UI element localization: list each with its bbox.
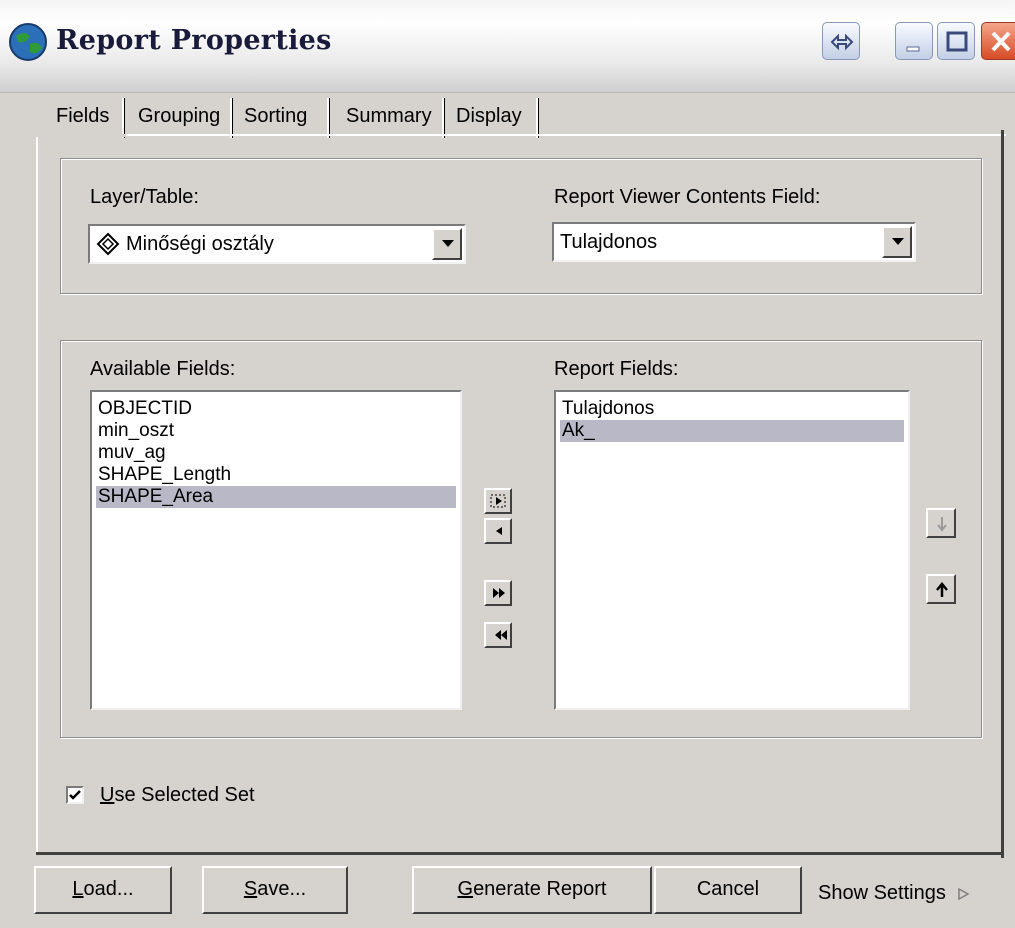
accelerator-key: U xyxy=(100,784,115,806)
resize-arrows-icon xyxy=(830,33,854,51)
globe-icon xyxy=(9,23,47,61)
close-button[interactable] xyxy=(981,22,1015,60)
tab-panel-border xyxy=(36,852,1004,855)
load-button[interactable]: Load... xyxy=(34,866,172,914)
add-field-icon xyxy=(490,494,506,508)
show-settings-link[interactable]: Show Settings xyxy=(818,882,971,905)
contents-field-value: Tulajdonos xyxy=(560,231,658,253)
tab-grouping[interactable]: Grouping xyxy=(138,96,220,136)
use-selected-set-checkbox[interactable] xyxy=(66,786,84,804)
chevron-right-icon xyxy=(958,887,970,900)
layer-table-label: Layer/Table: xyxy=(90,186,199,208)
list-item[interactable]: OBJECTID xyxy=(96,398,456,420)
tab-separator xyxy=(442,98,445,138)
tab-panel-border xyxy=(36,134,1006,136)
layer-table-value: Minőségi osztály xyxy=(126,233,274,255)
minimize-icon xyxy=(906,46,920,52)
accelerator-key: S xyxy=(243,878,258,900)
tab-panel-border xyxy=(1001,130,1004,858)
tab-fields[interactable]: Fields xyxy=(56,96,109,136)
dropdown-arrow-button[interactable] xyxy=(432,228,462,260)
window-title: Report Properties xyxy=(56,25,332,56)
tab-separator xyxy=(327,98,330,138)
add-all-fields-icon xyxy=(493,588,505,598)
report-fields-label: Report Fields: xyxy=(554,358,679,380)
chevron-down-icon xyxy=(892,238,904,245)
minimize-button[interactable] xyxy=(895,22,933,60)
contents-field-dropdown[interactable]: Tulajdonos xyxy=(552,222,916,262)
remove-field-icon xyxy=(496,527,502,535)
report-properties-dialog: Report Properties Fields Grouping Sortin… xyxy=(0,0,1015,928)
accelerator-key: G xyxy=(457,878,474,900)
report-fields-list[interactable]: Tulajdonos Ak_ xyxy=(554,390,910,710)
maximize-icon xyxy=(946,31,968,52)
tab-separator xyxy=(230,98,233,138)
list-item-selected[interactable]: SHAPE_Area xyxy=(96,486,456,508)
checkmark-icon xyxy=(69,790,81,800)
contents-field-label: Report Viewer Contents Field: xyxy=(554,186,821,208)
generate-report-button[interactable]: Generate Report xyxy=(412,866,652,914)
move-up-button[interactable] xyxy=(926,574,956,604)
tab-panel-border xyxy=(36,134,38,854)
cancel-button[interactable]: Cancel xyxy=(654,866,802,914)
tab-separator xyxy=(536,98,539,138)
remove-field-button[interactable] xyxy=(484,518,512,544)
maximize-button[interactable] xyxy=(937,22,975,60)
title-bar: Report Properties xyxy=(0,0,1015,93)
remove-all-fields-icon xyxy=(495,630,507,640)
button-label: enerate Report xyxy=(473,878,607,900)
list-item[interactable]: Tulajdonos xyxy=(560,398,904,420)
move-down-icon xyxy=(937,517,947,532)
button-label: oad... xyxy=(83,878,134,900)
tab-sorting[interactable]: Sorting xyxy=(244,96,307,136)
tab-summary[interactable]: Summary xyxy=(346,96,432,136)
label-text: se Selected Set xyxy=(114,784,255,806)
list-item[interactable]: muv_ag xyxy=(96,442,456,464)
resize-button[interactable] xyxy=(822,22,860,60)
move-down-button[interactable] xyxy=(926,508,956,538)
use-selected-set-label[interactable]: Use Selected Set xyxy=(100,784,255,807)
available-fields-list[interactable]: OBJECTID min_oszt muv_ag SHAPE_Length SH… xyxy=(90,390,462,710)
remove-all-fields-button[interactable] xyxy=(484,622,512,648)
list-item-selected[interactable]: Ak_ xyxy=(560,420,904,442)
chevron-down-icon xyxy=(442,240,454,247)
active-tab-gap xyxy=(36,134,126,137)
list-item[interactable]: min_oszt xyxy=(96,420,456,442)
show-settings-label: Show Settings xyxy=(818,882,946,904)
feature-layer-icon xyxy=(96,232,120,256)
add-all-fields-button[interactable] xyxy=(484,580,512,606)
add-field-button[interactable] xyxy=(484,488,512,514)
layer-table-dropdown[interactable]: Minőségi osztály xyxy=(88,224,466,264)
accelerator-key: L xyxy=(72,878,84,900)
save-button[interactable]: Save... xyxy=(202,866,348,914)
available-fields-label: Available Fields: xyxy=(90,358,236,380)
close-icon xyxy=(991,31,1011,52)
move-up-icon xyxy=(936,582,948,597)
list-item[interactable]: SHAPE_Length xyxy=(96,464,456,486)
tab-separator xyxy=(122,98,125,138)
dropdown-arrow-button[interactable] xyxy=(882,226,912,258)
tab-display[interactable]: Display xyxy=(456,96,522,136)
button-label: ave... xyxy=(257,878,307,900)
